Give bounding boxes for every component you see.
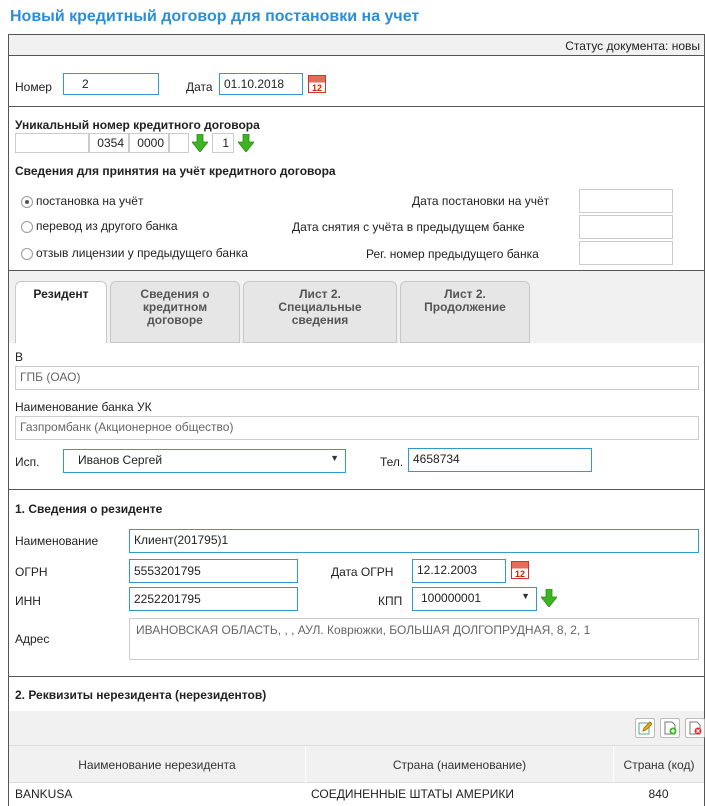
radio-transfer-label: перевод из другого банка: [36, 219, 178, 233]
delete-icon[interactable]: [685, 718, 705, 738]
number-input[interactable]: 2: [63, 73, 159, 95]
ogrn-input[interactable]: 5553201795: [129, 559, 298, 583]
bank-field: ГПБ (ОАО): [15, 366, 699, 390]
tab-strip: Резидент Сведения о кредитном договоре Л…: [9, 271, 704, 343]
to-label: В: [15, 350, 24, 364]
radio-registration[interactable]: [21, 196, 33, 208]
unique-part-3[interactable]: 0000: [129, 133, 169, 153]
kpp-select[interactable]: 100000001 ▼: [412, 587, 537, 611]
registration-date-label: Дата постановки на учёт: [412, 194, 550, 208]
table-row[interactable]: BANKUSA СОЕДИНЕННЫЕ ШТАТЫ АМЕРИКИ 840: [9, 784, 704, 804]
divider: [9, 676, 704, 677]
executor-label: Исп.: [15, 455, 40, 469]
tab-credit-agreement[interactable]: Сведения о кредитном договоре: [110, 281, 240, 343]
radio-license-revoked-label: отзыв лицензии у предыдущего банка: [36, 246, 248, 260]
nonresident-toolbar: [9, 711, 705, 745]
tab-resident[interactable]: Резидент: [15, 281, 107, 343]
column-header[interactable]: Наименование нерезидента: [9, 746, 305, 784]
section1-title: 1. Сведения о резиденте: [15, 502, 163, 516]
unique-number-title: Уникальный номер кредитного договора: [15, 118, 260, 132]
divider: [9, 489, 704, 490]
deregistration-date-input[interactable]: [579, 215, 673, 239]
arrow-down-icon[interactable]: [541, 589, 557, 607]
nonresident-table-header: Наименование нерезидента Страна (наимено…: [9, 745, 704, 784]
radio-transfer[interactable]: [21, 221, 33, 233]
country-code-cell: 840: [648, 787, 669, 801]
address-field: ИВАНОВСКАЯ ОБЛАСТЬ, , , АУЛ. Коврюжки, Б…: [129, 618, 699, 660]
inn-input[interactable]: 2252201795: [129, 587, 298, 611]
section2-title: 2. Реквизиты нерезидента (нерезидентов): [15, 688, 267, 702]
arrow-down-icon[interactable]: [192, 134, 208, 152]
tab-special-info[interactable]: Лист 2. Специальные сведения: [243, 281, 397, 343]
calendar-icon[interactable]: 12: [511, 561, 529, 579]
uk-bank-label: Наименование банка УК: [15, 400, 152, 414]
chevron-down-icon: ▼: [330, 453, 339, 463]
divider: [9, 106, 704, 107]
unique-part-1[interactable]: [15, 133, 89, 153]
calendar-icon[interactable]: 12: [308, 75, 326, 93]
column-header[interactable]: Страна (код): [613, 746, 704, 784]
country-name-cell: СОЕДИНЕННЫЕ ШТАТЫ АМЕРИКИ: [311, 787, 514, 801]
number-label: Номер: [15, 80, 52, 94]
deregistration-date-label: Дата снятия с учёта в предыдущем банке: [292, 220, 525, 234]
radio-registration-label: постановка на учёт: [36, 194, 144, 208]
kpp-label: КПП: [378, 594, 403, 608]
unique-part-4[interactable]: [169, 133, 189, 153]
registration-title: Сведения для принятия на учёт кредитного…: [15, 164, 336, 178]
name-label: Наименование: [15, 534, 99, 548]
uk-bank-field: Газпромбанк (Акционерное общество): [15, 416, 699, 440]
name-input[interactable]: Клиент(201795)1: [129, 529, 699, 553]
page-title: Новый кредитный договор для постановки н…: [10, 8, 420, 25]
inn-label: ИНН: [15, 594, 41, 608]
address-label: Адрес: [15, 632, 50, 646]
document-status: Статус документа: новы: [565, 39, 700, 53]
add-icon[interactable]: [660, 718, 680, 738]
column-header[interactable]: Страна (наименование): [305, 746, 613, 784]
tab-continuation[interactable]: Лист 2. Продолжение: [400, 281, 530, 343]
prev-bank-reg-label: Рег. номер предыдущего банка: [366, 247, 539, 261]
ogrn-date-label: Дата ОГРН: [331, 565, 394, 579]
date-label: Дата: [186, 80, 213, 94]
edit-icon[interactable]: [635, 718, 655, 738]
executor-select[interactable]: Иванов Сергей ▼: [63, 449, 346, 473]
phone-label: Тел.: [380, 455, 404, 469]
unique-part-2[interactable]: 0354: [89, 133, 129, 153]
ogrn-label: ОГРН: [15, 565, 48, 579]
phone-input[interactable]: 4658734: [408, 448, 592, 472]
nonresident-name-cell: BANKUSA: [15, 787, 73, 801]
registration-date-input[interactable]: [579, 189, 673, 213]
ogrn-date-input[interactable]: 12.12.2003: [412, 559, 506, 583]
unique-part-5[interactable]: 1: [212, 133, 234, 153]
status-bar: Статус документа: новы: [9, 34, 704, 56]
radio-license-revoked[interactable]: [21, 248, 33, 260]
arrow-down-icon[interactable]: [238, 134, 254, 152]
prev-bank-reg-input[interactable]: [579, 241, 673, 265]
date-input[interactable]: 01.10.2018: [219, 73, 303, 95]
chevron-down-icon: ▼: [521, 591, 530, 601]
